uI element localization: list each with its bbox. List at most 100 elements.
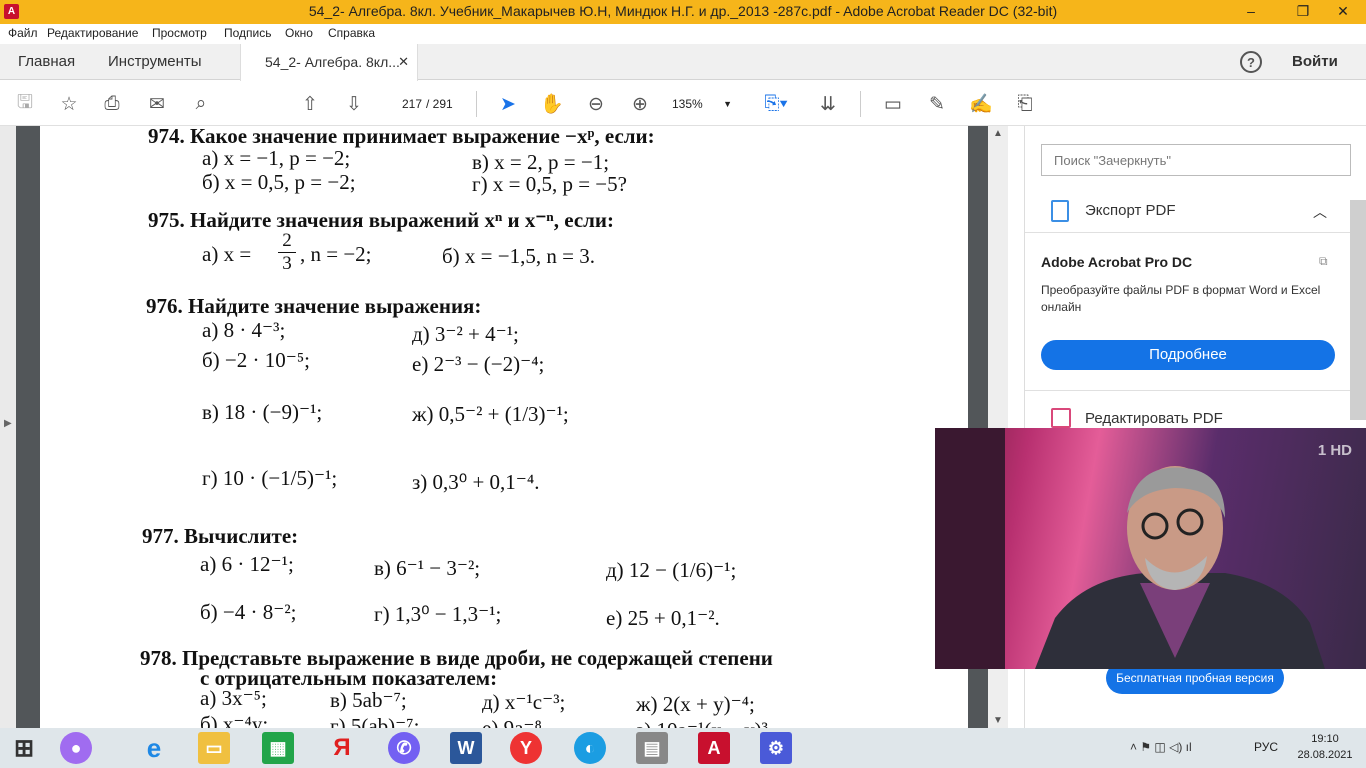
scroll-mode-icon[interactable]: ⇊ xyxy=(815,91,841,117)
answer-item: д) x⁻¹c⁻³; xyxy=(482,690,566,714)
answer-item: в) 18 · (−9)⁻¹; xyxy=(202,400,323,424)
problem-text: Найдите значение выражения: xyxy=(188,294,482,318)
signin-button[interactable]: Войти xyxy=(1292,44,1338,80)
answer-item: г) 10 · (−1/5)⁻¹; xyxy=(202,466,338,490)
print-icon[interactable]: ⎙ xyxy=(99,91,125,117)
menu-sign[interactable]: Подпись xyxy=(224,26,272,40)
tab-document-label: 54_2- Алгебра. 8кл... xyxy=(265,54,400,70)
answer-item: ж) 0,5⁻² + (1/3)⁻¹; xyxy=(412,402,569,426)
problem-text: Найдите значения выражений xⁿ и x⁻ⁿ, есл… xyxy=(190,208,615,232)
answer-item: а) x = xyxy=(202,242,252,266)
toolbar: 🖫 ☆ ⎙ ✉ ⌕ ⇧ ⇩ 217 / 291 ➤ ✋ ⊖ ⊕ 135% ▼ ⎘▾… xyxy=(0,81,1366,126)
find-icon[interactable]: ⌕ xyxy=(188,91,214,117)
answer-item: б) x⁻⁴y; xyxy=(200,712,269,728)
divider xyxy=(1025,232,1351,233)
problem-number: 976. xyxy=(146,294,183,318)
fraction-top: 2 xyxy=(282,230,292,251)
answer-item: в) 6⁻¹ − 3⁻²; xyxy=(374,556,481,580)
export-pdf-header[interactable]: Экспорт PDF xyxy=(1085,202,1176,219)
help-icon[interactable]: ? xyxy=(1240,51,1262,73)
scroll-down-icon[interactable]: ▼ xyxy=(993,715,1003,726)
settings-icon[interactable]: ⚙ xyxy=(760,732,792,764)
problem-number: 975. xyxy=(148,208,185,232)
tab-document[interactable]: 54_2- Алгебра. 8кл... ✕ xyxy=(240,44,418,81)
divider xyxy=(860,91,861,117)
edge-icon[interactable]: ◐ xyxy=(574,732,606,764)
sign-icon[interactable]: ✍ xyxy=(968,91,994,117)
answer-item: г) 5(ab)⁻⁷; xyxy=(330,714,420,728)
select-cursor-icon[interactable]: ➤ xyxy=(495,91,521,117)
viber-icon[interactable]: ✆ xyxy=(388,732,420,764)
tray-icons[interactable]: ˄ ⚑ ◫ ◁) ıl xyxy=(1130,740,1192,754)
answer-item: з) 0,3⁰ + 0,1⁻⁴. xyxy=(412,470,540,494)
answer-item: г) x = 0,5, p = −5? xyxy=(472,172,627,196)
menu-edit[interactable]: Редактирование xyxy=(47,26,138,40)
title-bar: A 54_2- Алгебра. 8кл. Учебник_Макарычев … xyxy=(0,0,1366,24)
answer-item: ж) 2(x + y)⁻⁴; xyxy=(636,692,755,716)
product-description: Преобразуйте файлы PDF в формат Word и E… xyxy=(1041,283,1321,314)
store-icon[interactable]: ▦ xyxy=(262,732,294,764)
file-explorer-icon[interactable]: ▭ xyxy=(198,732,230,764)
zoom-in-icon[interactable]: ⊕ xyxy=(627,91,653,117)
left-panel-toggle[interactable]: ▶ xyxy=(0,126,16,728)
more-button[interactable]: Подробнее xyxy=(1041,340,1335,370)
close-tab-icon[interactable]: ✕ xyxy=(398,44,409,80)
search-input[interactable]: Поиск "Зачеркнуть" xyxy=(1041,144,1351,176)
hand-tool-icon[interactable]: ✋ xyxy=(539,91,565,117)
menu-file[interactable]: Файл xyxy=(8,26,38,40)
minimize-button[interactable]: – xyxy=(1228,0,1274,24)
channel-logo: 1 HD xyxy=(1317,442,1352,459)
acrobat-taskbar-icon[interactable]: A xyxy=(698,732,730,764)
person-image xyxy=(1035,466,1325,669)
yandex-browser-icon[interactable]: Я xyxy=(326,732,358,764)
tab-tools[interactable]: Инструменты xyxy=(108,44,202,80)
panel-scrollbar[interactable] xyxy=(1350,200,1366,420)
answer-item: б) −2 · 10⁻⁵; xyxy=(202,348,311,372)
start-menu-icon[interactable]: ⊞ xyxy=(8,732,40,764)
export-pdf-icon xyxy=(1051,200,1069,222)
word-icon[interactable]: W xyxy=(450,732,482,764)
internet-explorer-icon[interactable]: e xyxy=(138,732,170,764)
divider xyxy=(1025,390,1351,391)
clock[interactable]: 19:10 28.08.2021 xyxy=(1290,731,1360,763)
edit-pdf-icon xyxy=(1051,408,1071,428)
alice-assistant-icon[interactable]: ● xyxy=(60,732,92,764)
edit-pdf-link[interactable]: Редактировать PDF xyxy=(1085,410,1223,427)
menu-window[interactable]: Окно xyxy=(285,26,313,40)
taskbar: ⊞ ● e ▭ ▦ Я ✆ W Y ◐ ▤ A ⚙ ˄ ⚑ ◫ ◁) ıl РУ… xyxy=(0,728,1366,768)
page-number-input[interactable]: 217 xyxy=(386,93,422,115)
page-down-icon[interactable]: ⇩ xyxy=(341,91,367,117)
yandex-icon[interactable]: Y xyxy=(510,732,542,764)
answer-item: а) 8 · 4⁻³; xyxy=(202,318,286,342)
zoom-out-icon[interactable]: ⊖ xyxy=(583,91,609,117)
tab-home[interactable]: Главная xyxy=(18,44,75,80)
close-window-button[interactable]: ✕ xyxy=(1320,0,1366,24)
clock-date: 28.08.2021 xyxy=(1297,749,1353,761)
chevron-down-icon: ▼ xyxy=(723,99,732,109)
bookmark-star-icon[interactable]: ☆ xyxy=(56,91,82,117)
stamp-icon[interactable]: ⎗ xyxy=(1012,91,1038,117)
answer-item: , n = −2; xyxy=(300,242,372,266)
email-icon[interactable]: ✉ xyxy=(144,91,170,117)
menu-help[interactable]: Справка xyxy=(328,26,375,40)
scroll-up-icon[interactable]: ▲ xyxy=(993,128,1003,139)
calculator-icon[interactable]: ▤ xyxy=(636,732,668,764)
comment-icon[interactable]: ▭ xyxy=(880,91,906,117)
answer-item: д) 12 − (1/6)⁻¹; xyxy=(606,558,737,582)
page-up-icon[interactable]: ⇧ xyxy=(297,91,323,117)
collapse-icon[interactable]: ︿ xyxy=(1313,202,1327,222)
video-overlay[interactable]: 1 HD xyxy=(935,428,1366,669)
answer-item: д) 3⁻² + 4⁻¹; xyxy=(412,322,519,346)
video-background xyxy=(935,428,1005,669)
menu-view[interactable]: Просмотр xyxy=(152,26,207,40)
language-indicator[interactable]: РУС xyxy=(1254,740,1278,754)
highlight-pen-icon[interactable]: ✎ xyxy=(924,91,950,117)
answer-item: г) 1,3⁰ − 1,3⁻¹; xyxy=(374,602,502,626)
save-icon[interactable]: 🖫 xyxy=(12,91,38,117)
divider xyxy=(476,91,477,117)
answer-item: е) 9a⁻⁸ xyxy=(482,716,542,728)
copy-icon[interactable]: ⧉ xyxy=(1319,254,1328,269)
page-fit-icon[interactable]: ⎘▾ xyxy=(758,91,794,117)
fraction-bottom: 3 xyxy=(278,252,296,275)
zoom-select[interactable]: 135% ▼ xyxy=(672,93,736,115)
